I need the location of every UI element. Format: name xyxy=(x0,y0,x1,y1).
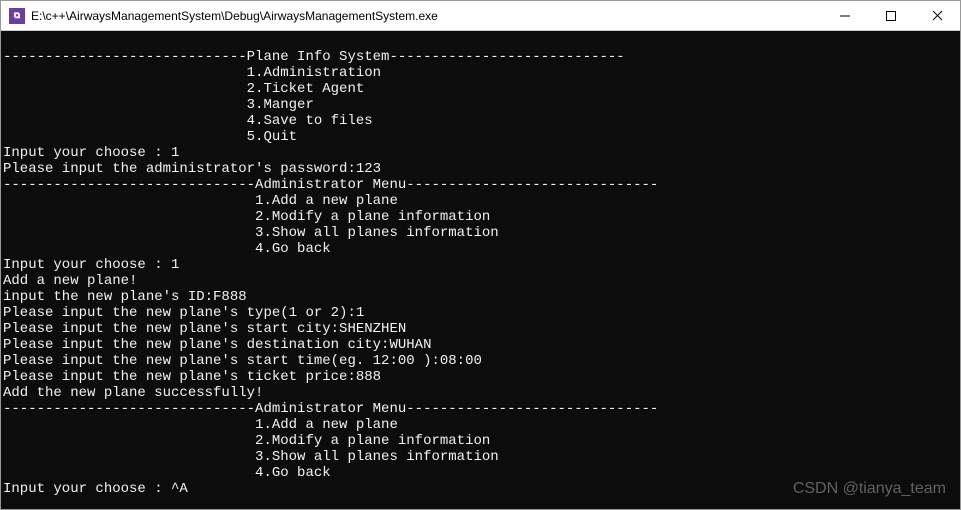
menu-header: -----------------------------Plane Info … xyxy=(3,49,625,65)
prompt-line: Please input the new plane's destination… xyxy=(3,337,431,353)
console-output[interactable]: -----------------------------Plane Info … xyxy=(1,31,960,509)
menu-item: 4.Go back xyxy=(3,465,331,481)
menu-header: ------------------------------Administra… xyxy=(3,177,658,193)
menu-item: 3.Show all planes information xyxy=(3,225,499,241)
menu-item: 4.Save to files xyxy=(3,113,373,129)
menu-item: 4.Go back xyxy=(3,241,331,257)
menu-header: ------------------------------Administra… xyxy=(3,401,658,417)
prompt-line: Please input the new plane's ticket pric… xyxy=(3,369,381,385)
app-icon: ⧉ xyxy=(9,8,25,24)
prompt-line: Please input the new plane's type(1 or 2… xyxy=(3,305,364,321)
menu-item: 1.Administration xyxy=(3,65,381,81)
prompt-line: Please input the administrator's passwor… xyxy=(3,161,381,177)
prompt-line: Input your choose : ^A xyxy=(3,481,188,497)
menu-item: 3.Manger xyxy=(3,97,314,113)
prompt-line: Input your choose : 1 xyxy=(3,257,179,273)
menu-item: 5.Quit xyxy=(3,129,297,145)
prompt-line: Please input the new plane's start time(… xyxy=(3,353,482,369)
menu-item: 2.Modify a plane information xyxy=(3,209,490,225)
window-title: E:\c++\AirwaysManagementSystem\Debug\Air… xyxy=(31,9,822,23)
prompt-line: Input your choose : 1 xyxy=(3,145,179,161)
menu-item: 2.Modify a plane information xyxy=(3,433,490,449)
output-line: Add a new plane! xyxy=(3,273,137,289)
close-button[interactable] xyxy=(914,1,960,30)
window-controls xyxy=(822,1,960,30)
menu-item: 3.Show all planes information xyxy=(3,449,499,465)
maximize-button[interactable] xyxy=(868,1,914,30)
watermark: CSDN @tianya_team xyxy=(793,481,946,497)
minimize-button[interactable] xyxy=(822,1,868,30)
prompt-line: Please input the new plane's start city:… xyxy=(3,321,406,337)
titlebar[interactable]: ⧉ E:\c++\AirwaysManagementSystem\Debug\A… xyxy=(1,1,960,31)
prompt-line: input the new plane's ID:F888 xyxy=(3,289,247,305)
menu-item: 1.Add a new plane xyxy=(3,193,398,209)
console-window: ⧉ E:\c++\AirwaysManagementSystem\Debug\A… xyxy=(0,0,961,510)
menu-item: 1.Add a new plane xyxy=(3,417,398,433)
output-line: Add the new plane successfully! xyxy=(3,385,263,401)
menu-item: 2.Ticket Agent xyxy=(3,81,364,97)
